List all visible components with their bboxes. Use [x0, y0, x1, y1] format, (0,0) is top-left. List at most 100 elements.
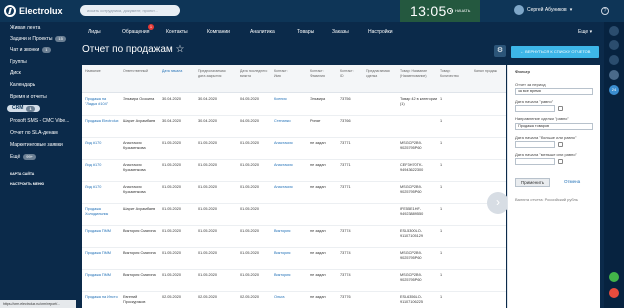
start-workday-button[interactable]: НАЧАТЬ	[447, 7, 470, 15]
table-cell-name[interactable]: Продажа Холодильник	[85, 207, 119, 217]
date-start-lt-input[interactable]	[515, 158, 555, 165]
configure-menu-link[interactable]: НАСТРОИТЬ МЕНЮ	[10, 182, 44, 186]
col-header[interactable]: Контакт: Имя	[274, 69, 292, 78]
table-cell-start: 01.05.2020	[162, 273, 182, 277]
col-header[interactable]: Дата последнего визита	[240, 69, 270, 78]
gear-icon[interactable]: ⚙	[494, 45, 506, 57]
table-row[interactable]: Продажа ПММ Виктория Смагина 01.05.2020 01.…	[82, 226, 506, 248]
col-header[interactable]: Контакт: Фамилия	[310, 69, 332, 78]
table-cell-fname[interactable]: Ксения	[274, 97, 287, 102]
table-cell-cid: 73771	[340, 141, 351, 145]
direction-select[interactable]: Продажа товаров	[515, 123, 593, 130]
calendar-icon[interactable]	[558, 159, 563, 164]
period-label: Отчет за период	[515, 82, 546, 87]
sidebar-item-more[interactable]: Ещё 99+	[10, 154, 37, 160]
user-menu[interactable]: Сергей Абуников ▾	[514, 5, 572, 15]
table-row[interactable]: Лид #170 Анастасия Кузьменкова 01.05.2020 0…	[82, 160, 506, 182]
sidebar-item-calendar[interactable]: Календарь	[10, 82, 35, 88]
cancel-link[interactable]: Отмена	[564, 179, 580, 184]
col-header[interactable]: Ответственный	[123, 69, 148, 74]
table-cell-name[interactable]: Продажа ПММ	[85, 251, 119, 256]
tab-more[interactable]: Еще ▾	[578, 29, 592, 35]
phone-icon[interactable]	[609, 272, 619, 282]
tab-leads[interactable]: Лиды	[88, 29, 101, 35]
table-cell-fname[interactable]: Анастасия	[274, 163, 293, 168]
table-cell-qty: 1	[440, 163, 443, 167]
help-icon[interactable]: ?	[601, 7, 609, 15]
table-row[interactable]: Лид #170 Анастасия Кузьменкова 01.05.2020 0…	[82, 138, 506, 160]
calendar-icon[interactable]	[558, 142, 563, 147]
table-cell-name[interactable]: Лид #170	[85, 163, 119, 168]
col-header[interactable]: Предлагаемая сделка	[366, 69, 396, 78]
table-row[interactable]: Продажа ПММ Виктория Смагина 01.05.2020 01.…	[82, 270, 506, 292]
sitemap-link[interactable]: КАРТА САЙТА	[10, 172, 34, 176]
brand-logo[interactable]: Electrolux	[4, 3, 63, 19]
col-header[interactable]: Товар: Название (Наименование)	[400, 69, 438, 78]
tab-contacts[interactable]: Контакты	[166, 29, 188, 35]
sidebar-item-label: Чат и звонки	[10, 47, 40, 53]
tab-analytics[interactable]: Аналитика	[250, 29, 275, 35]
table-row[interactable]: Продажа Холодильник Шарит Ахрамбаев 01.05.…	[82, 204, 506, 226]
table-cell-name[interactable]: Продажа Electrolux	[85, 119, 119, 124]
sidebar-item-crm[interactable]: CRM 1	[7, 105, 40, 112]
table-cell-fname[interactable]: Ольга	[274, 295, 285, 300]
table-cell-name[interactable]: Продажа ПММ	[85, 229, 119, 234]
sidebar-item-tasks[interactable]: Задачи и Проекты 15	[10, 36, 66, 42]
apply-button[interactable]: Применить	[515, 178, 550, 187]
table-cell-fname[interactable]: Анастасия	[274, 141, 293, 146]
sidebar-item-label: Отчет по SLA-денам	[10, 130, 58, 136]
table-cell-fname[interactable]: Анастасия	[274, 185, 293, 190]
tab-products[interactable]: Товары	[297, 29, 314, 35]
sidebar-item-feed[interactable]: Живая лента	[10, 25, 40, 31]
table-cell-name[interactable]: Лид #170	[85, 185, 119, 190]
table-cell-fname[interactable]: Виктория	[274, 229, 290, 234]
table-cell-name[interactable]: Продажа ПММ	[85, 273, 119, 278]
contact-avatar[interactable]	[609, 70, 619, 80]
sidebar-item-disk[interactable]: Диск	[10, 70, 21, 76]
messages-icon[interactable]	[609, 40, 619, 50]
sidebar-item-time[interactable]: Время и отчеты	[10, 94, 47, 100]
scroll-right-icon[interactable]: ›	[487, 192, 509, 214]
table-cell-fname[interactable]: Виктория	[274, 251, 290, 256]
table-row[interactable]: Продажа на "Ладья #104" Эльвира Осокина 30…	[82, 94, 506, 116]
date-start-input[interactable]	[515, 105, 555, 112]
call-icon[interactable]	[609, 55, 619, 65]
feedback-icon[interactable]	[609, 288, 619, 298]
col-header[interactable]: Канал продаж	[474, 69, 498, 74]
table-cell-last: 04.05.2020	[240, 97, 260, 101]
search-input[interactable]: искать сотрудника, документ, проект...	[80, 5, 180, 16]
period-select[interactable]: за все время	[515, 88, 593, 95]
table-row[interactable]: Продажа на Инсто Евгений Проскуряков 02.05…	[82, 292, 506, 308]
table-cell-fname[interactable]: Виктория	[274, 273, 290, 278]
calendar-day-icon[interactable]: 24	[609, 85, 619, 95]
table-cell-qty: 1	[440, 97, 443, 101]
table-cell-resp: Виктория Смагина	[123, 229, 156, 233]
sidebar-item-groups[interactable]: Группы	[10, 59, 27, 65]
col-header[interactable]: Товар: Количество	[440, 69, 464, 78]
tab-orders[interactable]: Заказы	[332, 29, 349, 35]
table-cell-name[interactable]: Лид #170	[85, 141, 119, 146]
sidebar-item-chat[interactable]: Чат и звонки 1	[10, 47, 51, 53]
tab-settings[interactable]: Настройки	[368, 29, 393, 35]
tab-companies[interactable]: Компании	[207, 29, 230, 35]
table-cell-name[interactable]: Продажа на "Ладья #104"	[85, 97, 119, 107]
col-header[interactable]: Дата начала	[162, 69, 182, 74]
table-cell-name[interactable]: Продажа на Инсто	[85, 295, 119, 300]
table-cell-fname[interactable]: Степанко	[274, 119, 291, 124]
sidebar-item-sla[interactable]: Отчет по SLA-денам	[10, 130, 58, 136]
sidebar-item-marketing[interactable]: Маркетинговые заявки	[10, 142, 63, 148]
col-header[interactable]: Название	[85, 69, 101, 74]
table-row[interactable]: Лид #170 Анастасия Кузьменкова 01.05.2020 0…	[82, 182, 506, 204]
col-header[interactable]: Предполагаемая дата закрытия	[198, 69, 232, 78]
table-cell-product: MSGCP2B9-9025795Р60	[400, 273, 422, 282]
col-header[interactable]: Контакт: ID	[340, 69, 356, 78]
table-cell-close: 30.04.2020	[198, 97, 218, 101]
date-start-gt-input[interactable]	[515, 141, 555, 148]
notifications-icon[interactable]	[609, 26, 619, 36]
sidebar-item-sms[interactable]: Prosoft SMS - CMC Vibe...	[10, 118, 69, 124]
back-to-reports-button[interactable]: ← ВЕРНУТЬСЯ К СПИСКУ ОТЧЕТОВ	[511, 46, 599, 58]
table-row[interactable]: Продажа Electrolux Шарит Ахрамбаев 30.04.2…	[82, 116, 506, 138]
calendar-icon[interactable]	[558, 106, 563, 111]
table-row[interactable]: Продажа ПММ Виктория Смагина 01.05.2020 01.…	[82, 248, 506, 270]
tab-requests[interactable]: Обращения	[122, 29, 149, 35]
